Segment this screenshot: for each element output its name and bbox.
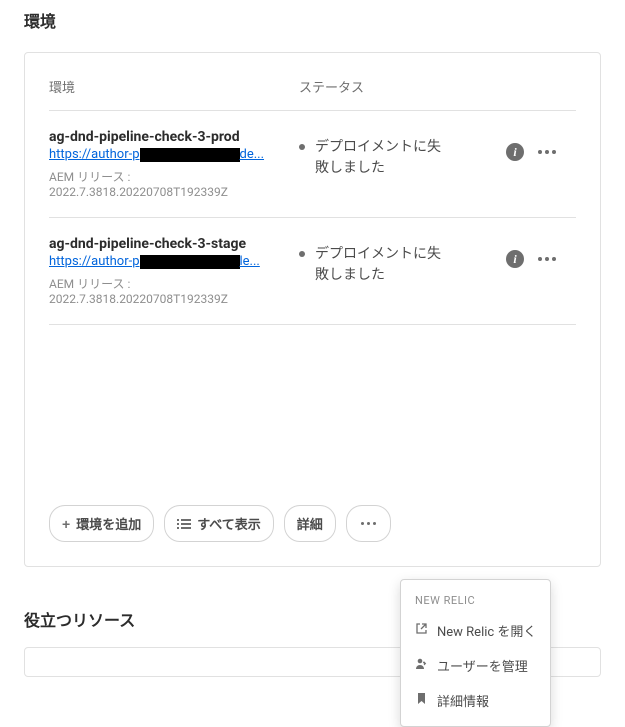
ellipsis-icon [357,518,380,529]
env-url-trail[interactable]: le... [240,254,260,269]
info-icon[interactable]: i [506,250,524,268]
more-button[interactable] [346,505,391,542]
release-label: AEM リリース : [49,168,299,185]
show-all-label: すべて表示 [197,514,261,533]
ellipsis-icon[interactable] [534,253,560,265]
release-label: AEM リリース : [49,275,299,292]
env-url-link[interactable]: https://author-p [49,147,140,162]
status-dot [299,251,305,257]
popover-info-label: 詳細情報 [437,691,489,710]
popover-open-label: New Relic を開く [437,621,536,640]
info-icon[interactable]: i [506,143,524,161]
redacted-segment [140,255,240,269]
env-row: ag-dnd-pipeline-check-3-stage https://au… [49,218,576,325]
details-label: 詳細 [297,514,323,533]
header-status: ステータス [299,77,506,96]
env-url[interactable]: https://author-p de... [49,147,299,162]
bookmark-icon [415,692,429,709]
header-env: 環境 [49,77,299,96]
popover-manage-users[interactable]: ユーザーを管理 [401,648,550,683]
list-icon [177,517,191,531]
env-row: ag-dnd-pipeline-check-3-prod https://aut… [49,111,576,218]
user-icon [415,657,429,674]
ellipsis-icon[interactable] [534,146,560,158]
section-title: 環境 [0,0,625,40]
plus-icon: + [62,516,70,532]
show-all-button[interactable]: すべて表示 [164,505,274,542]
open-icon [415,622,429,639]
env-url-trail[interactable]: de... [240,147,265,162]
release-value: 2022.7.3818.20220708T192339Z [49,292,299,306]
status-text: デプロイメントに失敗しました [315,137,445,179]
details-button[interactable]: 詳細 [284,505,336,542]
status-dot [299,144,305,150]
environments-card: 環境 ステータス ag-dnd-pipeline-check-3-prod ht… [24,52,601,567]
button-row: + 環境を追加 すべて表示 詳細 [49,505,576,542]
redacted-segment [140,148,240,162]
release-value: 2022.7.3818.20220708T192339Z [49,185,299,199]
env-url[interactable]: https://author-p le... [49,254,299,269]
add-env-label: 環境を追加 [76,514,141,533]
add-env-button[interactable]: + 環境を追加 [49,505,154,542]
env-name: ag-dnd-pipeline-check-3-prod [49,129,299,145]
popover-users-label: ユーザーを管理 [437,656,528,675]
status-text: デプロイメントに失敗しました [315,244,445,286]
popover-menu: NEW RELIC New Relic を開く ユーザーを管理 詳細情報 [400,579,551,727]
env-name: ag-dnd-pipeline-check-3-stage [49,236,299,252]
popover-info[interactable]: 詳細情報 [401,683,550,718]
popover-open-newrelic[interactable]: New Relic を開く [401,613,550,648]
table-header: 環境 ステータス [49,77,576,111]
popover-heading: NEW RELIC [401,588,550,613]
env-url-link[interactable]: https://author-p [49,254,140,269]
